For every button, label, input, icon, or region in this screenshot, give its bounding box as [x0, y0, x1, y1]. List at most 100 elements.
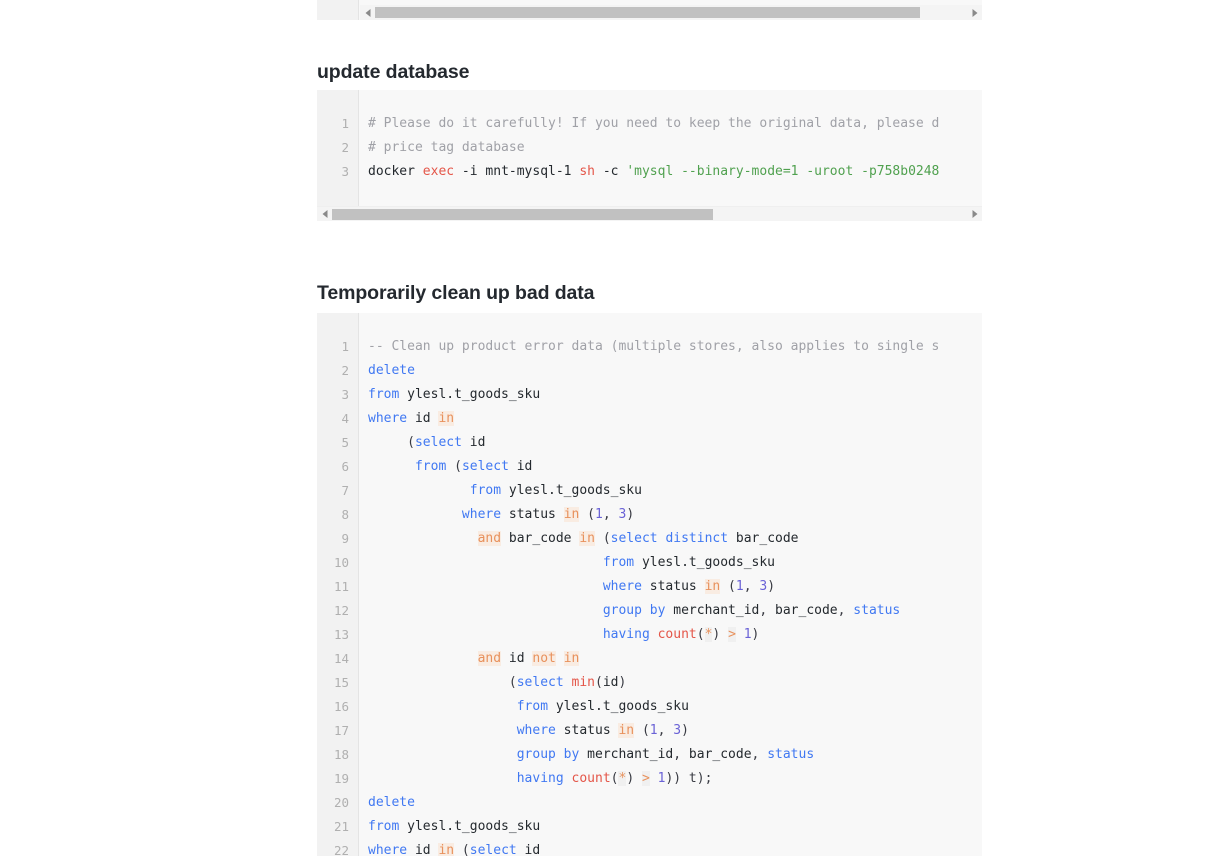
code-token: (: [368, 435, 415, 450]
code-line[interactable]: # Please do it carefully! If you need to…: [359, 112, 982, 136]
line-number: 9: [341, 531, 349, 546]
code-token: status: [641, 579, 705, 594]
code-token: (: [634, 723, 650, 738]
code-line[interactable]: from ylesl.t_goods_sku: [359, 383, 982, 407]
horizontal-scrollbar-shell[interactable]: [317, 206, 982, 221]
line-number: 7: [341, 483, 349, 498]
code-line[interactable]: group by merchant_id, bar_code, status: [359, 599, 982, 623]
scrollbar-thumb[interactable]: [375, 7, 920, 18]
code-line[interactable]: group by merchant_id, bar_code, status: [359, 743, 982, 767]
code-content-shell[interactable]: # Please do it carefully! If you need to…: [359, 90, 982, 206]
line-number: 20: [333, 795, 349, 810]
code-token: group by: [602, 603, 666, 618]
code-line[interactable]: docker exec -i mnt-mysql-1 sh -c 'mysql …: [359, 160, 982, 184]
code-line[interactable]: (select id: [359, 431, 982, 455]
code-token: ylesl.t_goods_sku: [501, 483, 642, 498]
code-line[interactable]: delete: [359, 791, 982, 815]
code-token: not: [532, 651, 556, 666]
code-token: from: [414, 459, 447, 474]
line-number: 1: [341, 116, 349, 131]
code-token: status: [501, 507, 564, 522]
code-token: (: [696, 627, 705, 642]
line-number: 17: [333, 723, 349, 738]
code-token: # Please do it carefully! If you need to…: [368, 116, 940, 131]
line-number: 18: [333, 747, 349, 762]
code-token: in: [618, 723, 635, 738]
code-token: status: [767, 747, 815, 762]
line-number-gutter: [317, 0, 359, 20]
line-number: 16: [333, 699, 349, 714]
section-heading-clean-bad-data: Temporarily clean up bad data: [317, 282, 595, 305]
horizontal-scrollbar-top[interactable]: [360, 5, 982, 20]
code-line[interactable]: from ylesl.t_goods_sku: [359, 815, 982, 839]
code-token: in: [704, 579, 721, 594]
code-token: ): [767, 579, 776, 594]
section-heading-update-database: update database: [317, 61, 470, 84]
code-token: status: [555, 723, 619, 738]
scrollbar-thumb[interactable]: [332, 208, 713, 220]
code-token: merchant_id: [665, 603, 760, 618]
scroll-left-arrow-icon[interactable]: [317, 207, 332, 222]
code-token: from: [516, 699, 549, 714]
code-token: select: [461, 459, 509, 474]
code-line[interactable]: where id in (select id: [359, 839, 982, 856]
code-token: id: [508, 459, 533, 474]
code-token: ): [626, 771, 642, 786]
code-line[interactable]: from ylesl.t_goods_sku: [359, 479, 982, 503]
shell-code-scroll-region[interactable]: 1 2 3 # Please do it carefully! If you nee…: [317, 90, 982, 206]
code-line[interactable]: # price tag database: [359, 136, 982, 160]
gutter-pad-bottom: [317, 184, 358, 206]
code-block-sql: 1 2 3 4 5 6 7 8 9 10 11 12 13 14 15 16 17 18 19 20 21 22 -- C…: [317, 313, 982, 856]
code-token: 3: [673, 723, 682, 738]
code-token: ,: [673, 747, 689, 762]
code-line[interactable]: and id not in: [359, 647, 982, 671]
code-token: ,: [751, 747, 768, 762]
code-token: 1: [743, 627, 752, 642]
scroll-right-arrow-icon[interactable]: [967, 5, 982, 20]
code-token: where: [368, 843, 408, 856]
line-number: 1: [341, 339, 349, 354]
code-token: ylesl.t_goods_sku: [399, 387, 541, 402]
code-line[interactable]: where id in: [359, 407, 982, 431]
code-token: select: [516, 675, 572, 690]
code-token: )) t);: [665, 771, 713, 786]
code-token: 'mysql --binary-mode=1 -uroot -p758b0248: [626, 164, 940, 179]
code-token: (: [454, 843, 470, 856]
code-line[interactable]: having count(*) > 1): [359, 623, 982, 647]
line-number: 11: [333, 579, 349, 594]
code-token: select distinct: [610, 531, 729, 546]
code-line[interactable]: having count(*) > 1)) t);: [359, 767, 982, 791]
code-token: id: [501, 651, 533, 666]
code-line[interactable]: where status in (1, 3): [359, 719, 982, 743]
gutter-pad-top: [317, 90, 358, 112]
code-line[interactable]: (select min(id): [359, 671, 982, 695]
code-token: -i mnt-mysql-1: [454, 164, 580, 179]
code-token: ): [751, 627, 760, 642]
code-line[interactable]: from (select id: [359, 455, 982, 479]
scrollbar-track[interactable]: [332, 208, 967, 220]
code-line[interactable]: from ylesl.t_goods_sku: [359, 551, 982, 575]
code-line[interactable]: where status in (1, 3): [359, 503, 982, 527]
code-line[interactable]: -- Clean up product error data (multiple…: [359, 335, 982, 359]
code-token: min: [571, 675, 595, 690]
code-line[interactable]: delete: [359, 359, 982, 383]
code-line[interactable]: and bar_code in (select distinct bar_cod…: [359, 527, 982, 551]
scroll-left-arrow-icon[interactable]: [360, 5, 375, 20]
code-line[interactable]: where status in (1, 3): [359, 575, 982, 599]
code-token: ,: [602, 507, 619, 522]
code-token: id: [407, 411, 439, 426]
sql-code-scroll-region[interactable]: 1 2 3 4 5 6 7 8 9 10 11 12 13 14 15 16 17 18 19 20 21 22 -- C…: [317, 313, 982, 856]
code-token: ylesl.t_goods_sku: [548, 699, 689, 714]
code-token: bar_code: [775, 603, 838, 618]
code-content-sql[interactable]: -- Clean up product error data (multiple…: [359, 313, 982, 856]
scrollbar-track[interactable]: [375, 7, 967, 18]
code-pad-bottom: [359, 184, 982, 206]
scroll-right-arrow-icon[interactable]: [967, 207, 982, 222]
code-line[interactable]: from ylesl.t_goods_sku: [359, 695, 982, 719]
